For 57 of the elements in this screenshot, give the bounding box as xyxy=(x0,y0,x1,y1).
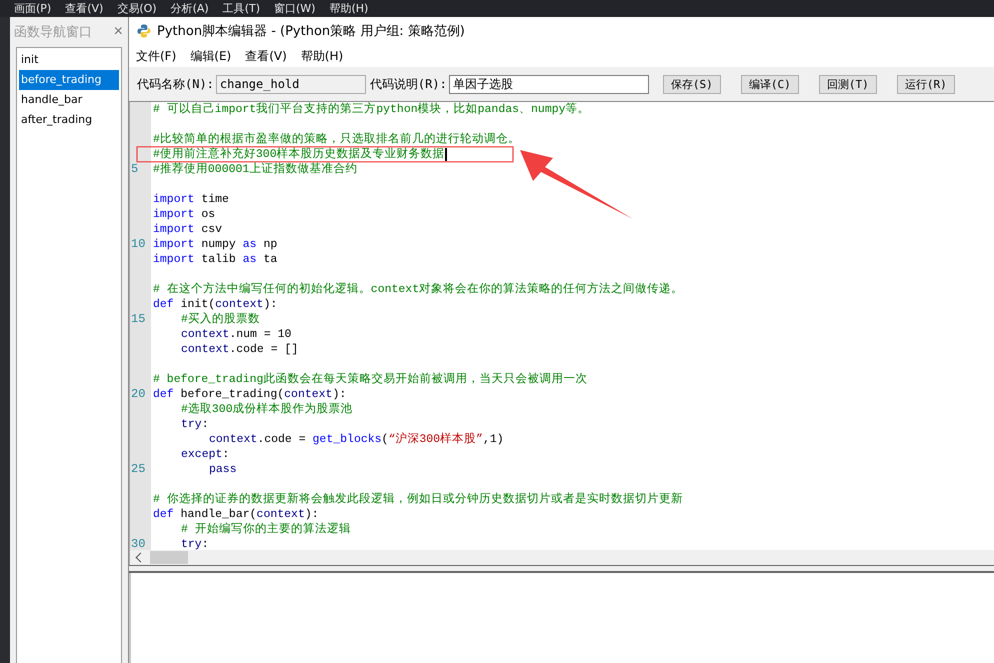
code-line: context.code = get_blocks(“沪深300样本股”,1) xyxy=(209,434,504,445)
menu-item[interactable]: 查看(V) xyxy=(59,0,112,17)
menu-item[interactable]: 编辑(E) xyxy=(190,48,232,64)
window-title: Python脚本编辑器 - (Python策略 用户组: 策略范例) xyxy=(157,23,465,40)
code-line: try: xyxy=(181,539,209,550)
code-line: except: xyxy=(181,449,230,460)
code-line: # 开始编写你的主要的算法逻辑 xyxy=(181,524,351,535)
line-number: 25 xyxy=(131,462,146,476)
menu-item[interactable]: 帮助(H) xyxy=(300,48,344,64)
code-line: import time xyxy=(153,194,229,205)
line-number: 20 xyxy=(131,387,146,401)
menu-item[interactable]: 工具(T) xyxy=(216,0,268,17)
toolbar-button[interactable]: 运行(R) xyxy=(896,74,955,94)
code-line: # 在这个方法中编写任何的初始化逻辑。context对象将会在你的算法策略的任何方法之间做传递。 xyxy=(153,284,684,295)
code-line: # 你选择的证券的数据更新将会触发此段逻辑，例如日或分钟历史数据切片或者是实时数据切片更新 xyxy=(153,494,683,505)
function-item[interactable]: init xyxy=(19,50,119,70)
code-line: import os xyxy=(153,209,216,220)
code-line: # 可以自己import我们平台支持的第三方python模块，比如pandas、numpy等。 xyxy=(153,104,590,115)
code-line: context.num = 10 xyxy=(181,329,292,340)
code-line: #选取300成份样本股作为股票池 xyxy=(181,404,353,415)
code-name-field[interactable]: change_hold xyxy=(216,74,366,94)
line-number: 10 xyxy=(131,237,146,251)
toolbar-button[interactable]: 回测(T) xyxy=(818,74,877,94)
function-item[interactable]: before_trading xyxy=(19,70,119,90)
code-line: try: xyxy=(181,419,209,430)
menu-item[interactable]: 交易(O) xyxy=(111,0,165,17)
toolbar-button[interactable]: 编译(C) xyxy=(740,74,799,94)
code-line: import csv xyxy=(153,224,222,235)
line-number: 15 xyxy=(131,312,146,326)
code-line: # before_trading此函数会在每天策略交易开始前被调用，当天只会被调用一次 xyxy=(153,374,588,385)
code-line: import talib as ta xyxy=(153,254,278,265)
menu-item[interactable]: 画面(P) xyxy=(8,0,60,17)
menu-item[interactable]: 分析(A) xyxy=(164,0,217,17)
line-number: 5 xyxy=(131,162,138,176)
code-description-label: 代码说明(R): xyxy=(370,76,447,92)
line-number: 30 xyxy=(131,537,146,550)
code-line: import numpy as np xyxy=(153,239,278,250)
menu-item[interactable]: 帮助(H) xyxy=(323,0,376,17)
code-line: context.code = [] xyxy=(181,344,298,355)
code-description-field[interactable]: 单因子选股 xyxy=(448,74,649,94)
panel-title: 函数导航窗口 xyxy=(14,24,92,41)
code-line: def init(context): xyxy=(153,299,278,310)
menu-item[interactable]: 文件(F) xyxy=(136,48,176,64)
code-line: #推荐使用000001上证指数做基准合约 xyxy=(153,164,358,175)
code-line: pass xyxy=(209,464,237,475)
code-line: def handle_bar(context): xyxy=(153,509,319,520)
menu-item[interactable]: 查看(V) xyxy=(245,48,287,64)
function-item[interactable]: handle_bar xyxy=(19,90,119,110)
code-line: #买入的股票数 xyxy=(181,314,260,325)
function-item[interactable]: after_trading xyxy=(19,110,119,130)
code-line: #比较简单的根据市盈率做的策略，只选取排名前几的进行轮动调仓。 xyxy=(153,134,520,145)
code-line: #使用前注意补充好300样本股历史数据及专业财务数据 xyxy=(153,149,445,160)
toolbar-button[interactable]: 保存(S) xyxy=(662,74,721,94)
menu-item[interactable]: 窗口(W) xyxy=(268,0,324,17)
code-line: def before_trading(context): xyxy=(153,389,346,400)
close-button[interactable]: × xyxy=(112,24,125,40)
code-name-label: 代码名称(N): xyxy=(137,76,214,92)
